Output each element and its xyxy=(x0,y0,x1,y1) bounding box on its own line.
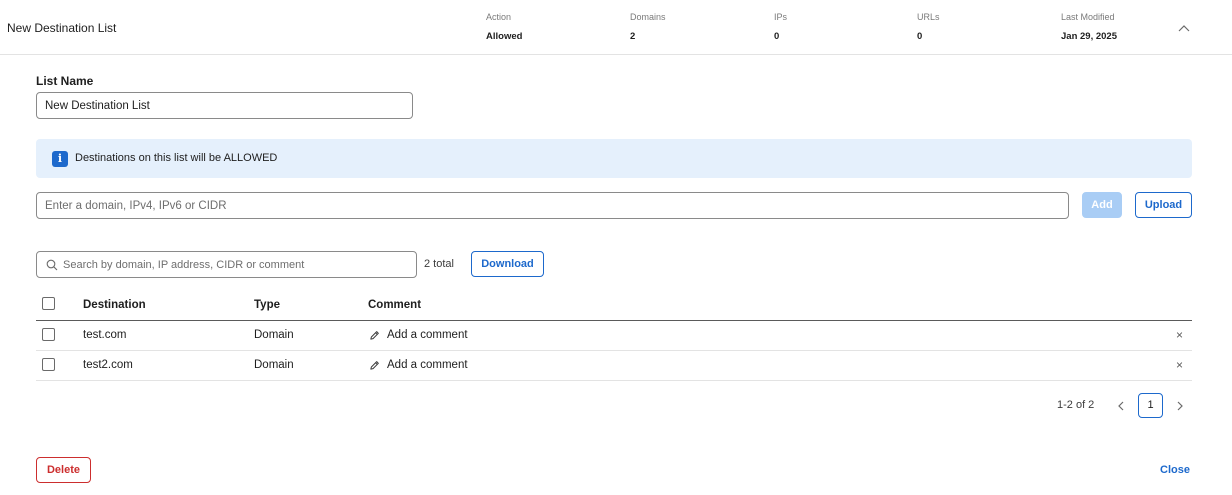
stat-label: Last Modified xyxy=(1061,12,1115,22)
select-all-checkbox[interactable] xyxy=(42,297,55,310)
column-header-destination[interactable]: Destination xyxy=(83,299,146,311)
list-name-label: List Name xyxy=(36,74,94,88)
page-button[interactable]: 1 xyxy=(1138,393,1163,418)
list-summary-header[interactable]: New Destination List Action Allowed Doma… xyxy=(0,0,1232,55)
banner-text: Destinations on this list will be ALLOWE… xyxy=(75,152,278,164)
row-checkbox[interactable] xyxy=(42,328,55,341)
type-cell: Domain xyxy=(254,359,294,371)
stat-label: Domains xyxy=(630,12,666,22)
destinations-table: Destination Type Comment test.com Domain… xyxy=(36,291,1192,381)
search-box[interactable] xyxy=(36,251,417,278)
list-name-input[interactable] xyxy=(36,92,413,119)
upload-button[interactable]: Upload xyxy=(1135,192,1192,218)
column-header-type[interactable]: Type xyxy=(254,299,280,311)
stat-last-modified: Last Modified Jan 29, 2025 xyxy=(1061,12,1117,42)
stat-label: Action xyxy=(486,12,512,22)
download-button[interactable]: Download xyxy=(471,251,544,277)
add-comment-link[interactable]: Add a comment xyxy=(387,329,468,341)
destination-cell: test.com xyxy=(83,329,127,341)
stat-action: Action Allowed xyxy=(486,12,522,42)
add-button[interactable]: Add xyxy=(1082,192,1122,218)
destination-cell: test2.com xyxy=(83,359,133,371)
table-header: Destination Type Comment xyxy=(36,291,1192,321)
stat-label: URLs xyxy=(917,12,940,22)
pencil-icon[interactable] xyxy=(369,360,380,371)
stat-domains: Domains 2 xyxy=(630,12,666,42)
total-count: 2 total xyxy=(424,258,454,270)
search-input[interactable] xyxy=(63,252,413,277)
chevron-right-icon[interactable] xyxy=(1174,400,1186,412)
search-icon xyxy=(46,259,58,271)
info-icon: i xyxy=(52,151,68,167)
stat-value: Allowed xyxy=(486,31,523,42)
table-row: test.com Domain Add a comment × xyxy=(36,321,1192,351)
stat-value: 0 xyxy=(774,31,780,42)
chevron-up-icon[interactable] xyxy=(1176,20,1192,36)
add-comment-link[interactable]: Add a comment xyxy=(387,359,468,371)
close-button[interactable]: Close xyxy=(1160,464,1190,476)
chevron-left-icon[interactable] xyxy=(1115,400,1127,412)
destination-input[interactable] xyxy=(36,192,1069,219)
stat-ips: IPs 0 xyxy=(774,12,787,42)
list-title: New Destination List xyxy=(7,21,117,35)
type-cell: Domain xyxy=(254,329,294,341)
stat-value: 0 xyxy=(917,31,923,42)
stat-urls: URLs 0 xyxy=(917,12,940,42)
table-row: test2.com Domain Add a comment × xyxy=(36,351,1192,381)
stat-value: 2 xyxy=(630,31,636,42)
remove-row-icon[interactable]: × xyxy=(1176,358,1183,372)
pagination-range: 1-2 of 2 xyxy=(1057,399,1095,411)
remove-row-icon[interactable]: × xyxy=(1176,328,1183,342)
column-header-comment: Comment xyxy=(368,299,422,311)
row-checkbox[interactable] xyxy=(42,358,55,371)
stat-label: IPs xyxy=(774,12,788,22)
info-banner: i Destinations on this list will be ALLO… xyxy=(36,139,1192,178)
stat-value: Jan 29, 2025 xyxy=(1061,31,1117,42)
delete-button[interactable]: Delete xyxy=(36,457,91,483)
pencil-icon[interactable] xyxy=(369,330,380,341)
